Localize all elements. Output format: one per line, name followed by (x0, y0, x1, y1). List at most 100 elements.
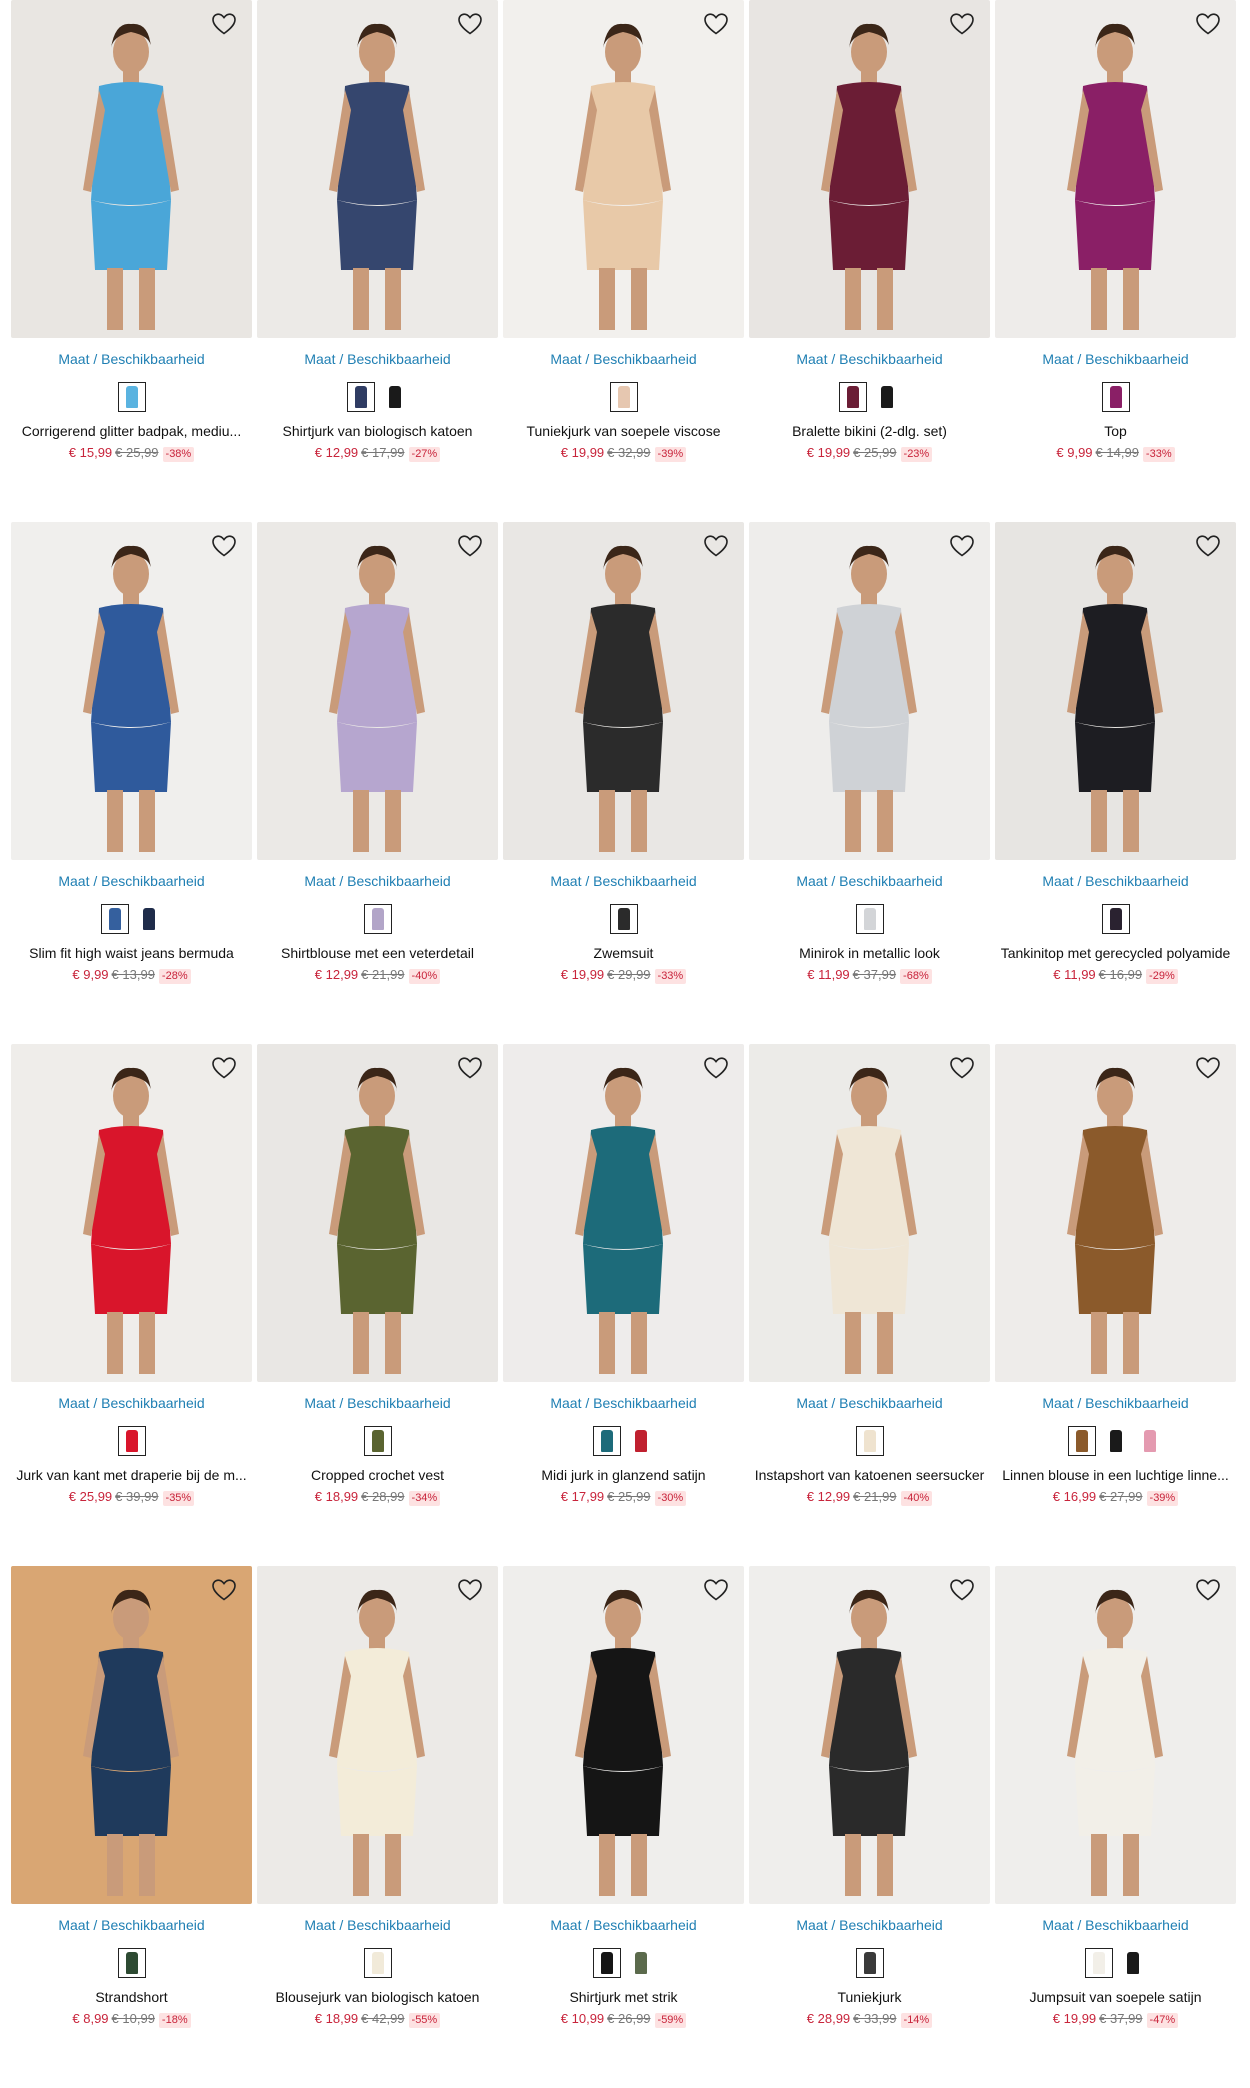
color-swatch[interactable] (117, 1426, 146, 1456)
product-name[interactable]: Instapshort van katoenen seersucker (749, 1466, 990, 1484)
product-card[interactable]: Maat / Beschikbaarheid Jumpsuit van soep… (995, 1566, 1236, 2088)
size-availability-link[interactable]: Maat / Beschikbaarheid (749, 350, 990, 368)
color-swatch[interactable] (117, 1948, 146, 1978)
heart-outline-icon[interactable] (700, 10, 732, 38)
size-availability-link[interactable]: Maat / Beschikbaarheid (503, 1394, 744, 1412)
product-name[interactable]: Strandshort (11, 1988, 252, 2006)
color-swatch[interactable] (381, 382, 409, 412)
product-image[interactable] (749, 0, 990, 338)
heart-outline-icon[interactable] (1192, 1054, 1224, 1082)
size-availability-link[interactable]: Maat / Beschikbaarheid (995, 872, 1236, 890)
size-availability-link[interactable]: Maat / Beschikbaarheid (749, 1916, 990, 1934)
color-swatch[interactable] (100, 904, 129, 934)
color-swatch[interactable] (1101, 382, 1130, 412)
product-name[interactable]: Tuniekjurk (749, 1988, 990, 2006)
product-card[interactable]: Maat / Beschikbaarheid Midi jurk in glan… (503, 1044, 744, 1566)
heart-outline-icon[interactable] (946, 1576, 978, 1604)
product-image[interactable] (995, 0, 1236, 338)
heart-outline-icon[interactable] (208, 10, 240, 38)
product-card[interactable]: Maat / Beschikbaarheid Bralette bikini (… (749, 0, 990, 522)
color-swatch[interactable] (135, 904, 163, 934)
color-swatch[interactable] (627, 1948, 655, 1978)
product-card[interactable]: Maat / Beschikbaarheid Shirtjurk van bio… (257, 0, 498, 522)
size-availability-link[interactable]: Maat / Beschikbaarheid (257, 872, 498, 890)
heart-outline-icon[interactable] (454, 1576, 486, 1604)
product-name[interactable]: Minirok in metallic look (749, 944, 990, 962)
product-image[interactable] (503, 1044, 744, 1382)
size-availability-link[interactable]: Maat / Beschikbaarheid (11, 1916, 252, 1934)
product-name[interactable]: Corrigerend glitter badpak, mediu... (11, 422, 252, 440)
product-card[interactable]: Maat / Beschikbaarheid Tuniekjurk € 28,9… (749, 1566, 990, 2088)
size-availability-link[interactable]: Maat / Beschikbaarheid (11, 1394, 252, 1412)
product-name[interactable]: Jurk van kant met draperie bij de m... (11, 1466, 252, 1484)
color-swatch[interactable] (1136, 1426, 1164, 1456)
product-image[interactable] (749, 1044, 990, 1382)
heart-outline-icon[interactable] (208, 1054, 240, 1082)
product-card[interactable]: Maat / Beschikbaarheid Shirtjurk met str… (503, 1566, 744, 2088)
heart-outline-icon[interactable] (454, 532, 486, 560)
product-card[interactable]: Maat / Beschikbaarheid Linnen blouse in … (995, 1044, 1236, 1566)
color-swatch[interactable] (592, 1426, 621, 1456)
size-availability-link[interactable]: Maat / Beschikbaarheid (749, 1394, 990, 1412)
heart-outline-icon[interactable] (208, 532, 240, 560)
color-swatch[interactable] (1119, 1948, 1147, 1978)
product-card[interactable]: Maat / Beschikbaarheid Blousejurk van bi… (257, 1566, 498, 2088)
product-name[interactable]: Blousejurk van biologisch katoen (257, 1988, 498, 2006)
heart-outline-icon[interactable] (946, 10, 978, 38)
product-card[interactable]: Maat / Beschikbaarheid Strandshort € 8,9… (11, 1566, 252, 2088)
color-swatch[interactable] (855, 904, 884, 934)
product-name[interactable]: Shirtblouse met een veterdetail (257, 944, 498, 962)
product-card[interactable]: Maat / Beschikbaarheid Tankinitop met ge… (995, 522, 1236, 1044)
size-availability-link[interactable]: Maat / Beschikbaarheid (11, 872, 252, 890)
size-availability-link[interactable]: Maat / Beschikbaarheid (503, 872, 744, 890)
color-swatch[interactable] (855, 1948, 884, 1978)
size-availability-link[interactable]: Maat / Beschikbaarheid (749, 872, 990, 890)
size-availability-link[interactable]: Maat / Beschikbaarheid (503, 350, 744, 368)
product-image[interactable] (257, 522, 498, 860)
product-image[interactable] (749, 522, 990, 860)
color-swatch[interactable] (1067, 1426, 1096, 1456)
size-availability-link[interactable]: Maat / Beschikbaarheid (11, 350, 252, 368)
heart-outline-icon[interactable] (454, 10, 486, 38)
heart-outline-icon[interactable] (700, 1576, 732, 1604)
color-swatch[interactable] (1101, 904, 1130, 934)
color-swatch[interactable] (363, 904, 392, 934)
product-image[interactable] (257, 1566, 498, 1904)
color-swatch[interactable] (855, 1426, 884, 1456)
product-image[interactable] (11, 1566, 252, 1904)
color-swatch[interactable] (609, 904, 638, 934)
product-name[interactable]: Midi jurk in glanzend satijn (503, 1466, 744, 1484)
product-name[interactable]: Bralette bikini (2-dlg. set) (749, 422, 990, 440)
product-image[interactable] (995, 1044, 1236, 1382)
heart-outline-icon[interactable] (700, 532, 732, 560)
product-name[interactable]: Jumpsuit van soepele satijn (995, 1988, 1236, 2006)
product-image[interactable] (11, 0, 252, 338)
product-card[interactable]: Maat / Beschikbaarheid Corrigerend glitt… (11, 0, 252, 522)
color-swatch[interactable] (838, 382, 867, 412)
product-name[interactable]: Cropped crochet vest (257, 1466, 498, 1484)
heart-outline-icon[interactable] (208, 1576, 240, 1604)
heart-outline-icon[interactable] (1192, 1576, 1224, 1604)
color-swatch[interactable] (1084, 1948, 1113, 1978)
heart-outline-icon[interactable] (1192, 10, 1224, 38)
color-swatch[interactable] (346, 382, 375, 412)
product-name[interactable]: Linnen blouse in een luchtige linne... (995, 1466, 1236, 1484)
product-card[interactable]: Maat / Beschikbaarheid Top € 9,99 € 14,99… (995, 0, 1236, 522)
product-name[interactable]: Top (995, 422, 1236, 440)
product-card[interactable]: Maat / Beschikbaarheid Shirtblouse met e… (257, 522, 498, 1044)
product-name[interactable]: Zwemsuit (503, 944, 744, 962)
product-name[interactable]: Slim fit high waist jeans bermuda (11, 944, 252, 962)
product-image[interactable] (257, 0, 498, 338)
product-card[interactable]: Maat / Beschikbaarheid Tuniekjurk van so… (503, 0, 744, 522)
product-image[interactable] (257, 1044, 498, 1382)
color-swatch[interactable] (363, 1948, 392, 1978)
color-swatch[interactable] (592, 1948, 621, 1978)
product-image[interactable] (503, 0, 744, 338)
product-card[interactable]: Maat / Beschikbaarheid Cropped crochet v… (257, 1044, 498, 1566)
product-image[interactable] (11, 1044, 252, 1382)
size-availability-link[interactable]: Maat / Beschikbaarheid (995, 350, 1236, 368)
product-name[interactable]: Tuniekjurk van soepele viscose (503, 422, 744, 440)
product-image[interactable] (503, 522, 744, 860)
product-name[interactable]: Shirtjurk met strik (503, 1988, 744, 2006)
color-swatch[interactable] (117, 382, 146, 412)
